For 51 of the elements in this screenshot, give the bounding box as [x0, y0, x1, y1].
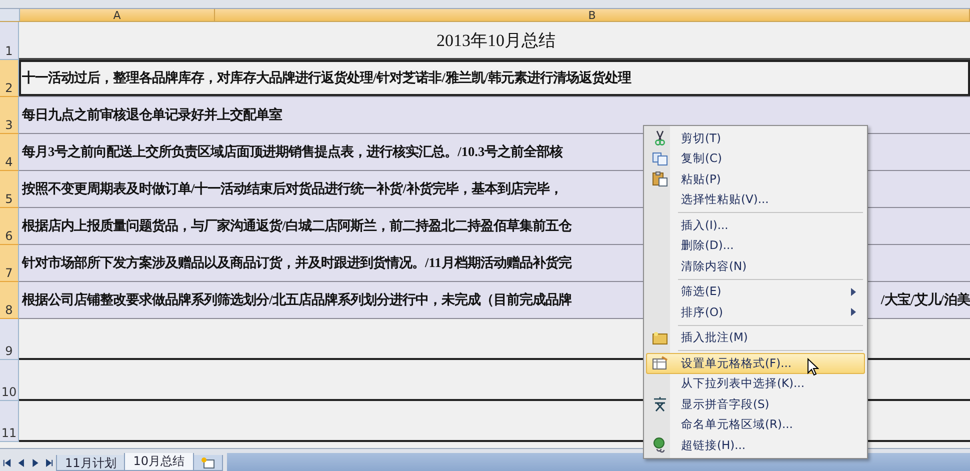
cell-text: /大宝/艾儿/泊美 [880, 291, 970, 309]
cell-text: 十一活动过后，整理各品牌库存，对库存大品牌进行返货处理/针对芝诺非/雅兰凯/韩元素进行清场返货处理 [22, 69, 632, 87]
row-header[interactable]: 1 [0, 22, 19, 60]
note-icon [652, 330, 668, 345]
row-header[interactable]: 2 [0, 60, 19, 97]
row-header[interactable]: 5 [0, 171, 19, 208]
menu-item[interactable]: 删除(D)... [646, 236, 865, 256]
menu-item[interactable]: 复制(C) [646, 148, 865, 169]
menu-item[interactable]: 命名单元格区域(R)... [646, 414, 865, 435]
new-sheet-icon [200, 456, 215, 468]
cell-text: 针对市场部所下发方案涉及赠品以及商品订货，并及时跟进到货情况。/11月档期活动赠品补货完 [22, 254, 572, 272]
menu-item[interactable]: 排序(O) [646, 302, 865, 322]
cell-text: 根据店内上报质量问题货品，与厂家沟通返货/白城二店阿斯兰，前二持盈北二持盈佰草集前五仓 [22, 217, 572, 235]
cell-text: 每月3号之前向配送上交所负责区域店面顶进期销售提点表，进行核实汇总。/10.3号之前全部核 [22, 143, 563, 161]
sheet-tab[interactable]: 11月计划 [56, 455, 126, 471]
row-header[interactable]: 3 [0, 97, 19, 134]
menu-item[interactable]: 粘贴(P) [646, 169, 865, 190]
sheet-title: 2013年10月总结 [436, 30, 556, 52]
menu-item[interactable]: 显示拼音字段(S) [646, 394, 865, 414]
menu-item[interactable]: 剪切(T) [646, 128, 865, 148]
cell-text: 按照不变更周期表及时做订单/十一活动结束后对货品进行统一补货/补货完毕，基本到店完毕， [22, 180, 562, 198]
copy-icon [652, 152, 668, 166]
row-header[interactable]: 9 [0, 319, 19, 360]
horizontal-scrollbar[interactable] [226, 453, 970, 471]
row-header[interactable]: 8 [0, 282, 19, 319]
row-header[interactable]: 10 [0, 360, 19, 401]
menu-item[interactable]: 插入批注(M) [646, 328, 865, 348]
arrow-icon [2, 458, 12, 468]
cell-text: 根据公司店铺整改要求做品牌系列筛选划分/北五店品牌系列划分进行中，未完成（目前完成品牌 [22, 291, 572, 309]
menu-item[interactable]: 从下拉列表中选择(K)... [646, 374, 865, 394]
pinyin-icon [652, 396, 668, 412]
clipboard-icon [652, 171, 668, 188]
menu-item[interactable]: 超链接(H)... [646, 435, 865, 456]
row-header[interactable]: 7 [0, 245, 19, 282]
format-cells-icon [652, 356, 668, 370]
row-header[interactable]: 11 [0, 401, 19, 442]
menu-item[interactable]: 选择性粘贴(V)... [646, 190, 865, 210]
column-header[interactable]: B [215, 9, 970, 21]
new-sheet-button[interactable] [192, 455, 223, 471]
column-header[interactable]: A [20, 9, 215, 21]
cell-text: 每日九点之前审核退仓单记录好并上交配单室 [22, 106, 282, 124]
menu-item[interactable]: 筛选(E) [646, 282, 865, 302]
mouse-cursor-icon [807, 358, 819, 376]
row-header[interactable]: 4 [0, 134, 19, 171]
scissors-icon [654, 130, 666, 146]
menu-item[interactable]: 插入(I)... [646, 215, 865, 236]
menu-item[interactable]: 清除内容(N) [646, 256, 865, 276]
sheet-tab[interactable]: 10月总结 [124, 453, 194, 471]
row-header[interactable]: 6 [0, 208, 19, 245]
arrow-icon [44, 458, 54, 468]
menu-item[interactable]: 设置单元格格式(F)... [646, 353, 865, 374]
